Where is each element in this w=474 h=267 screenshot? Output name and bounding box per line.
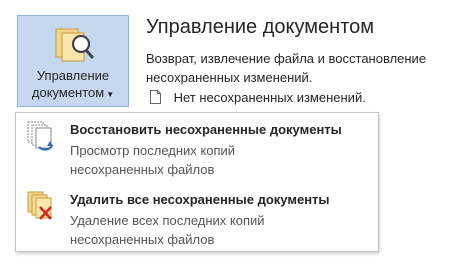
page-title: Управление документом xyxy=(146,16,375,38)
unsaved-status: Нет несохраненных изменений. xyxy=(150,90,366,105)
menu-item-recover[interactable]: Восстановить несохраненные документы Про… xyxy=(16,115,378,177)
manage-document-icon xyxy=(55,28,95,62)
menu-item-delete[interactable]: Удалить все несохраненные документы Удал… xyxy=(16,185,378,247)
recover-documents-icon xyxy=(27,121,54,151)
manage-document-menu: Восстановить несохраненные документы Про… xyxy=(15,112,379,252)
delete-documents-icon xyxy=(27,191,52,220)
delete-title: Удалить все несохраненные документы xyxy=(70,192,330,207)
manage-document-button[interactable]: Управление документом ▼ xyxy=(17,15,129,107)
delete-description: Удаление всех последних копий несохранен… xyxy=(70,213,265,247)
dropdown-caret-icon: ▼ xyxy=(106,90,115,99)
unsaved-status-text: Нет несохраненных изменений. xyxy=(173,90,366,105)
document-icon xyxy=(150,90,161,104)
manage-document-label: Управление документом ▼ xyxy=(31,68,115,100)
recover-title: Восстановить несохраненные документы xyxy=(70,122,342,137)
panel-description: Возврат, извлечение файла и восстановлен… xyxy=(146,51,427,85)
recover-description: Просмотр последних копий несохраненных ф… xyxy=(70,143,236,177)
